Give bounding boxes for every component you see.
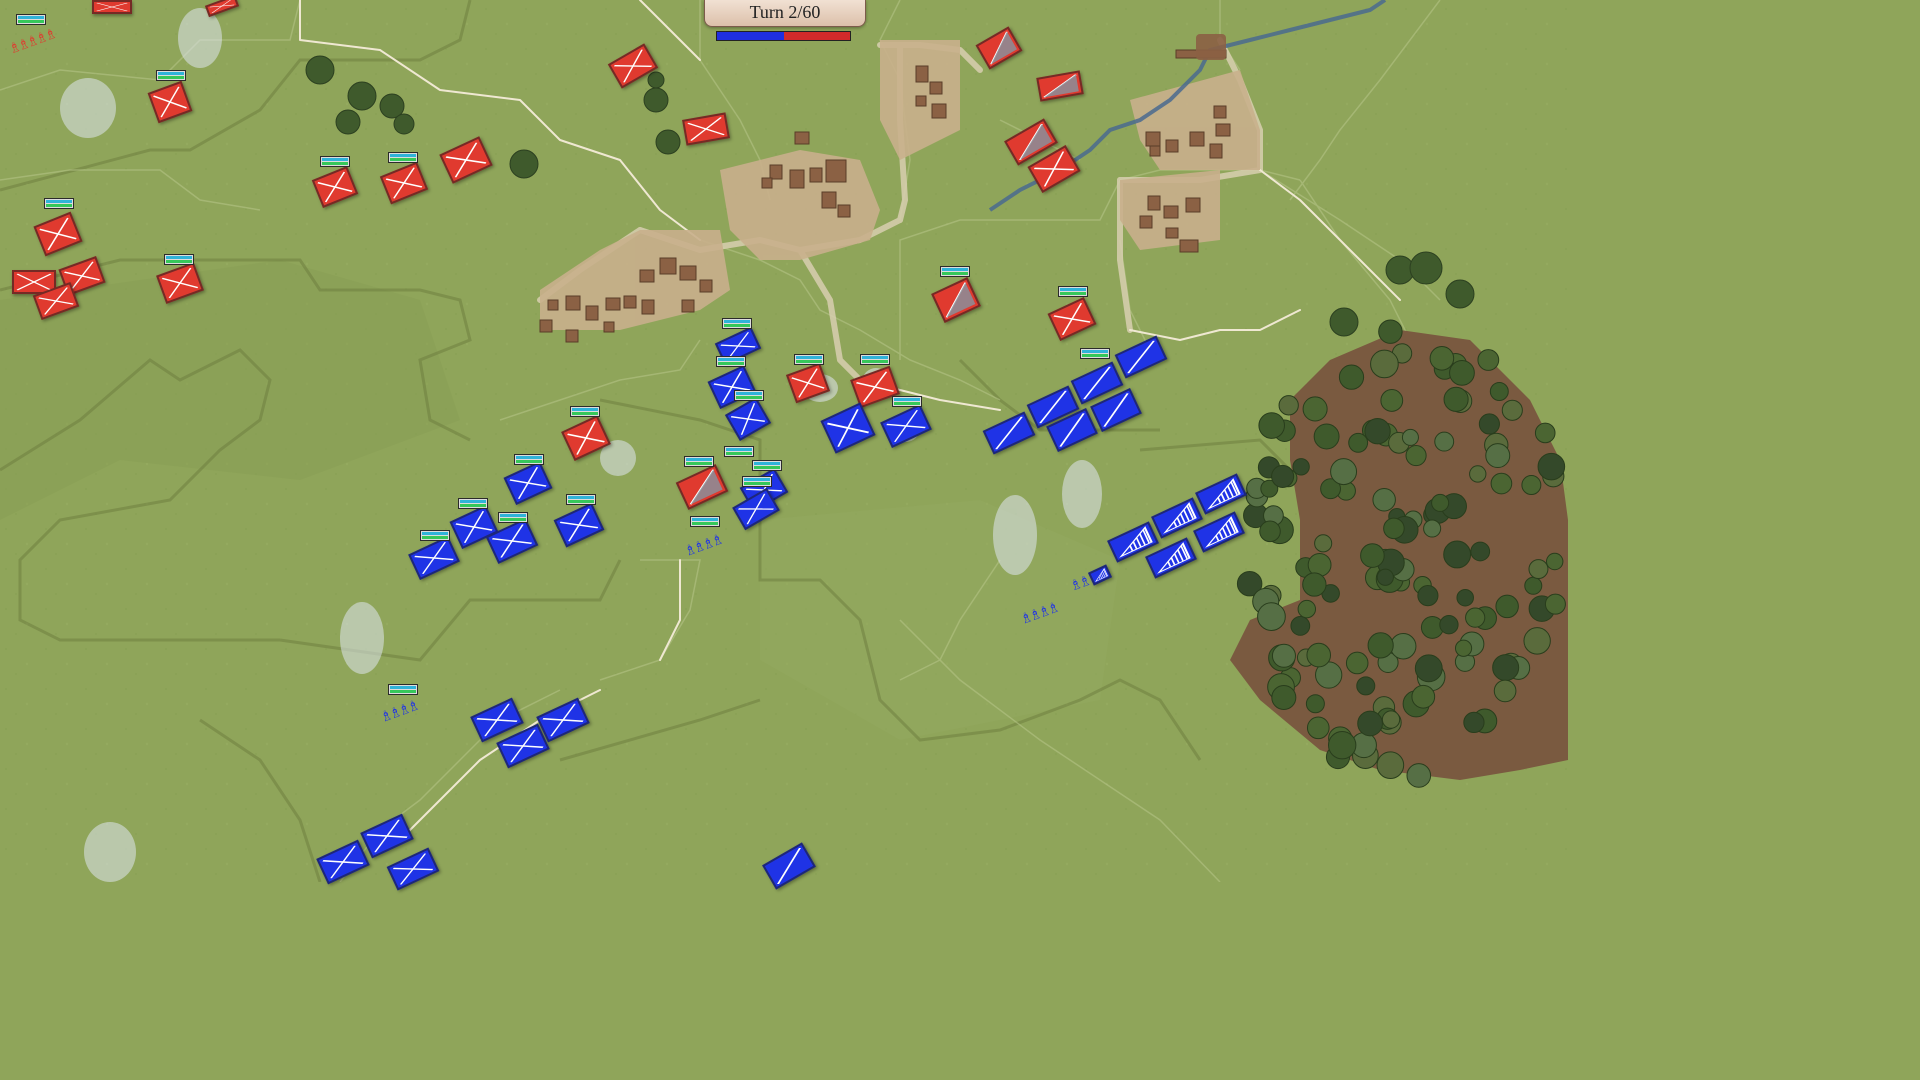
unit-strength-bar: [1080, 348, 1110, 359]
inf-marker-icon: [687, 117, 725, 141]
unit-strength-bar: [164, 254, 194, 265]
unit-strength-bar: [420, 530, 450, 541]
battle-map[interactable]: ♗♗♗♗♗ ♗♗♗♗ ♗♗♗♗ ♗♗♗♗ ♗♗ Turn 2/60: [0, 0, 1568, 891]
unit-strength-bar: [16, 14, 46, 25]
cav-marker-icon: [1043, 74, 1079, 98]
terrain-layer: [0, 0, 1568, 882]
unit-strength-bar: [156, 70, 186, 81]
unit-strength-bar: [1058, 286, 1088, 297]
unit-strength-bar: [940, 266, 970, 277]
unit-strength-bar: [690, 516, 720, 527]
unit-strength-bar: [388, 152, 418, 163]
unit-strength-bar: [684, 456, 714, 467]
unit-strength-bar: [514, 454, 544, 465]
unit-strength-bar: [566, 494, 596, 505]
unit-strength-bar: [752, 460, 782, 471]
inf-marker-icon: [96, 2, 128, 12]
unit-strength-bar: [724, 446, 754, 457]
unit-strength-bar: [742, 476, 772, 487]
unit-strength-bar: [320, 156, 350, 167]
red-inf-unit[interactable]: [92, 0, 132, 14]
unit-strength-bar: [860, 354, 890, 365]
turn-label: Turn 2/60: [749, 2, 821, 22]
unit-strength-bar: [498, 512, 528, 523]
unit-strength-bar: [44, 198, 74, 209]
unit-strength-bar: [892, 396, 922, 407]
unit-strength-bar: [388, 684, 418, 695]
unit-strength-bar: [458, 498, 488, 509]
turn-counter: Turn 2/60: [704, 0, 866, 27]
unit-strength-bar: [716, 356, 746, 367]
unit-strength-bar: [794, 354, 824, 365]
unit-strength-bar: [734, 390, 764, 401]
army-strength-blue-fill: [717, 32, 784, 40]
unit-strength-bar: [570, 406, 600, 417]
unit-strength-bar: [722, 318, 752, 329]
army-strength-bar: [716, 31, 851, 41]
